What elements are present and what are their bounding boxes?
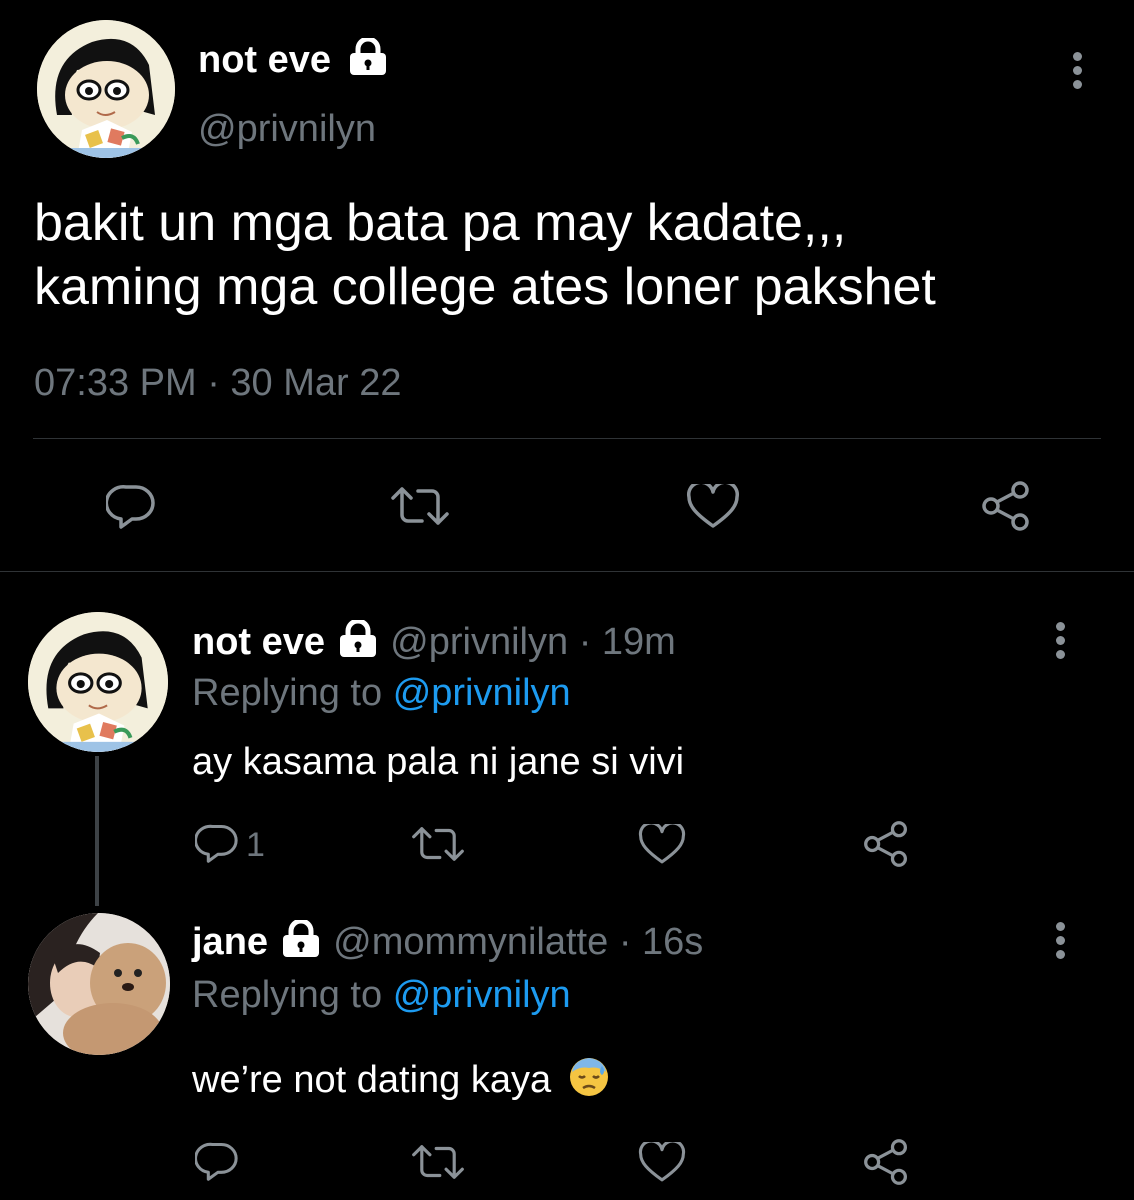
avatar[interactable] (37, 20, 175, 158)
display-name[interactable]: jane (192, 921, 268, 963)
avatar-photo-image (28, 913, 170, 1055)
share-icon[interactable] (980, 480, 1032, 532)
reply-time: · 19m (578, 621, 676, 664)
share-icon[interactable] (862, 820, 910, 868)
replying-to-label: Replying to (192, 974, 383, 1016)
retweet-icon[interactable] (389, 486, 451, 526)
reply-time: · 16s (618, 921, 704, 964)
divider (33, 438, 1101, 439)
reply-text: ay kasama pala ni jane si vivi (192, 741, 685, 783)
avatar[interactable] (28, 913, 170, 1055)
handle[interactable]: @privnilyn (198, 108, 376, 151)
avatar[interactable] (28, 612, 168, 752)
replying-to-link[interactable]: @privnilyn (393, 974, 571, 1016)
handle[interactable]: @mommynilatte (333, 921, 608, 963)
divider (0, 571, 1134, 572)
more-icon[interactable] (1070, 52, 1084, 94)
share-icon[interactable] (862, 1138, 910, 1186)
more-icon[interactable] (1053, 622, 1067, 664)
like-icon[interactable] (638, 824, 686, 866)
replying-to-label: Replying to (192, 672, 383, 714)
comment-icon[interactable] (195, 823, 239, 863)
timestamp: 07:33 PM · 30 Mar 22 (34, 362, 402, 404)
comment-icon[interactable] (106, 483, 156, 529)
retweet-icon[interactable] (410, 826, 466, 862)
more-icon[interactable] (1053, 922, 1067, 964)
tweet-text-line-2: kaming mga college ates loner pakshet (34, 258, 936, 316)
downcast-face-with-sweat-icon (568, 1056, 610, 1108)
avatar-cartoon-image (37, 20, 175, 158)
like-icon[interactable] (638, 1142, 686, 1184)
handle[interactable]: @privnilyn (390, 621, 568, 663)
thread-line (95, 756, 99, 906)
display-name[interactable]: not eve (198, 39, 331, 81)
retweet-icon[interactable] (410, 1144, 466, 1180)
lock-icon (346, 36, 390, 86)
lock-icon (279, 918, 323, 968)
avatar-cartoon-image (28, 612, 168, 752)
replying-to-link[interactable]: @privnilyn (393, 672, 571, 714)
comment-icon[interactable] (195, 1141, 239, 1181)
like-icon[interactable] (686, 484, 740, 530)
tweet-text-line-1: bakit un mga bata pa may kadate,,, (34, 194, 847, 252)
display-name[interactable]: not eve (192, 621, 325, 663)
lock-icon (336, 618, 380, 668)
reply-text: we’re not dating kaya (192, 1059, 552, 1102)
reply-count: 1 (246, 826, 265, 864)
